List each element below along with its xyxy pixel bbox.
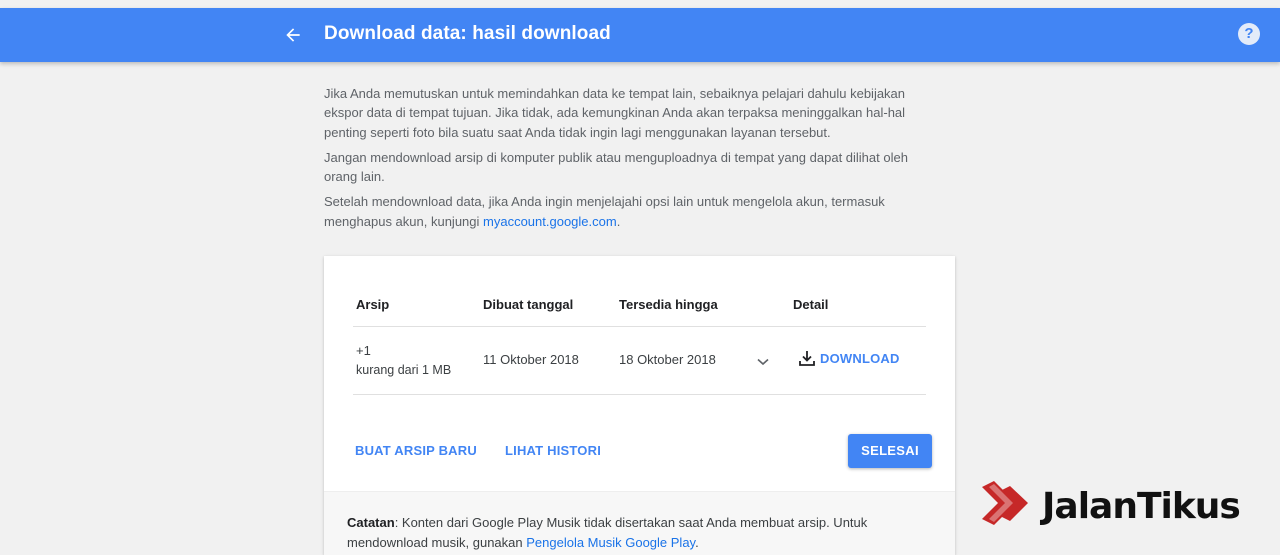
column-header-created: Dibuat tanggal xyxy=(483,297,574,312)
download-label: DOWNLOAD xyxy=(820,350,900,366)
column-header-detail: Detail xyxy=(793,297,829,312)
arrow-back-icon xyxy=(286,28,300,42)
archive-card: Arsip Dibuat tanggal Tersedia hingga Det… xyxy=(324,256,955,555)
chevron-down-icon xyxy=(757,358,769,366)
jalantikus-watermark: JalanTikus xyxy=(980,478,1270,534)
app-bar: Download data: hasil download ? xyxy=(0,8,1280,62)
help-icon[interactable]: ? xyxy=(1238,23,1260,45)
view-history-button[interactable]: LIHAT HISTORI xyxy=(505,443,601,458)
done-button[interactable]: SELESAI xyxy=(848,434,932,468)
expand-row-button[interactable] xyxy=(754,355,772,369)
note-suffix: . xyxy=(695,534,699,550)
intro-paragraph-2: Jangan mendownload arsip di komputer pub… xyxy=(324,149,908,185)
download-icon xyxy=(799,351,815,366)
intro-paragraph-3-suffix: . xyxy=(616,213,621,229)
watermark-text: JalanTikus xyxy=(1042,485,1241,527)
table-bottom-divider xyxy=(353,394,926,395)
intro-paragraph-3: Setelah mendownload data, jika Anda ingi… xyxy=(324,192,934,231)
new-archive-button[interactable]: BUAT ARSIP BARU xyxy=(355,443,477,458)
available-until-date: 18 Oktober 2018 xyxy=(619,352,716,367)
table-divider xyxy=(353,326,926,327)
myaccount-link[interactable]: myaccount.google.com xyxy=(483,214,617,229)
back-button[interactable] xyxy=(280,22,306,48)
intro-paragraph-1: Jika Anda memutuskan untuk memindahkan d… xyxy=(324,86,906,140)
jalantikus-logo-icon xyxy=(982,481,1028,525)
page-title: Download data: hasil download xyxy=(324,23,611,44)
intro-text: Jika Anda memutuskan untuk memindahkan d… xyxy=(324,84,934,237)
download-button[interactable]: DOWNLOAD xyxy=(798,348,900,368)
top-strip xyxy=(0,0,1280,8)
column-header-available: Tersedia hingga xyxy=(619,297,718,312)
table-header: Arsip Dibuat tanggal Tersedia hingga Det… xyxy=(324,256,955,326)
note-label: Catatan xyxy=(347,515,395,530)
archive-count: +1 xyxy=(356,343,371,358)
column-header-archive: Arsip xyxy=(356,297,390,312)
archive-size: kurang dari 1 MB xyxy=(356,363,452,377)
created-date: 11 Oktober 2018 xyxy=(483,352,579,367)
note-section: Catatan: Konten dari Google Play Musik t… xyxy=(324,491,955,555)
music-manager-link[interactable]: Pengelola Musik Google Play xyxy=(526,535,695,550)
